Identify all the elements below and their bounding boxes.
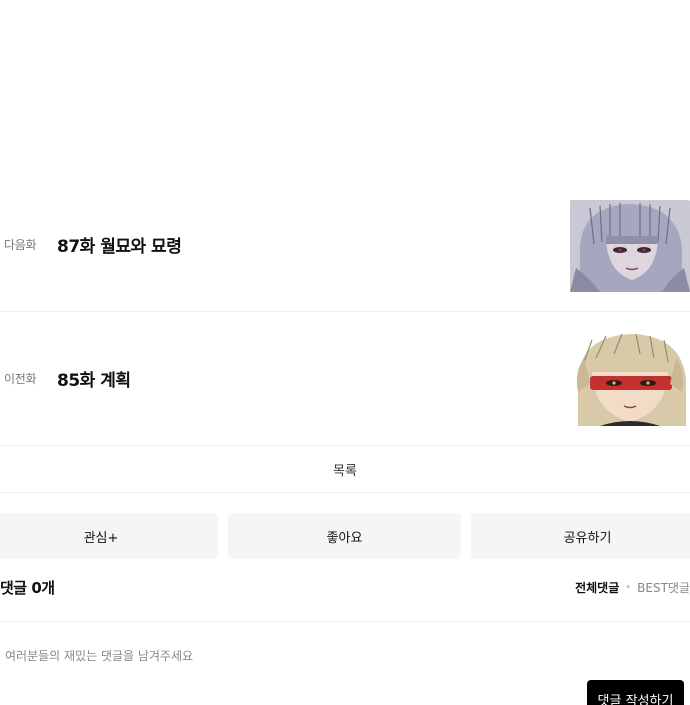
write-comment-button[interactable]: 댓글 작성하기 xyxy=(587,680,684,705)
comment-input[interactable] xyxy=(0,640,690,672)
prev-episode-thumbnail[interactable] xyxy=(570,332,690,426)
prev-episode-title[interactable]: 85화 계획 xyxy=(57,366,131,391)
next-episode-row[interactable]: 다음화 87화 월묘와 묘령 xyxy=(0,178,690,312)
list-link[interactable]: 목록 xyxy=(0,446,690,493)
comment-divider xyxy=(0,621,690,622)
episode-end-page: 다음화 87화 월묘와 묘령 이전화 85화 계획 목록 관심+ 좋아요 공유하… xyxy=(0,0,690,705)
sort-best-comments[interactable]: BEST댓글 xyxy=(637,579,690,596)
comment-sort-tabs: 전체댓글 • BEST댓글 xyxy=(575,579,690,596)
prev-thumbnail-art xyxy=(570,332,690,426)
comment-count: 댓글 0개 xyxy=(0,579,55,597)
next-thumbnail-art xyxy=(570,198,690,292)
next-episode-title[interactable]: 87화 월묘와 묘령 xyxy=(57,232,182,257)
prev-episode-kind: 이전화 xyxy=(4,372,37,386)
like-button[interactable]: 좋아요 xyxy=(228,513,461,559)
next-episode-kind: 다음화 xyxy=(4,238,37,252)
sort-all-comments[interactable]: 전체댓글 xyxy=(575,579,619,596)
subscribe-button[interactable]: 관심+ xyxy=(0,513,218,559)
next-episode-thumbnail[interactable] xyxy=(570,198,690,292)
share-button[interactable]: 공유하기 xyxy=(471,513,690,559)
sort-separator: • xyxy=(625,582,632,593)
prev-episode-row[interactable]: 이전화 85화 계획 xyxy=(0,312,690,446)
